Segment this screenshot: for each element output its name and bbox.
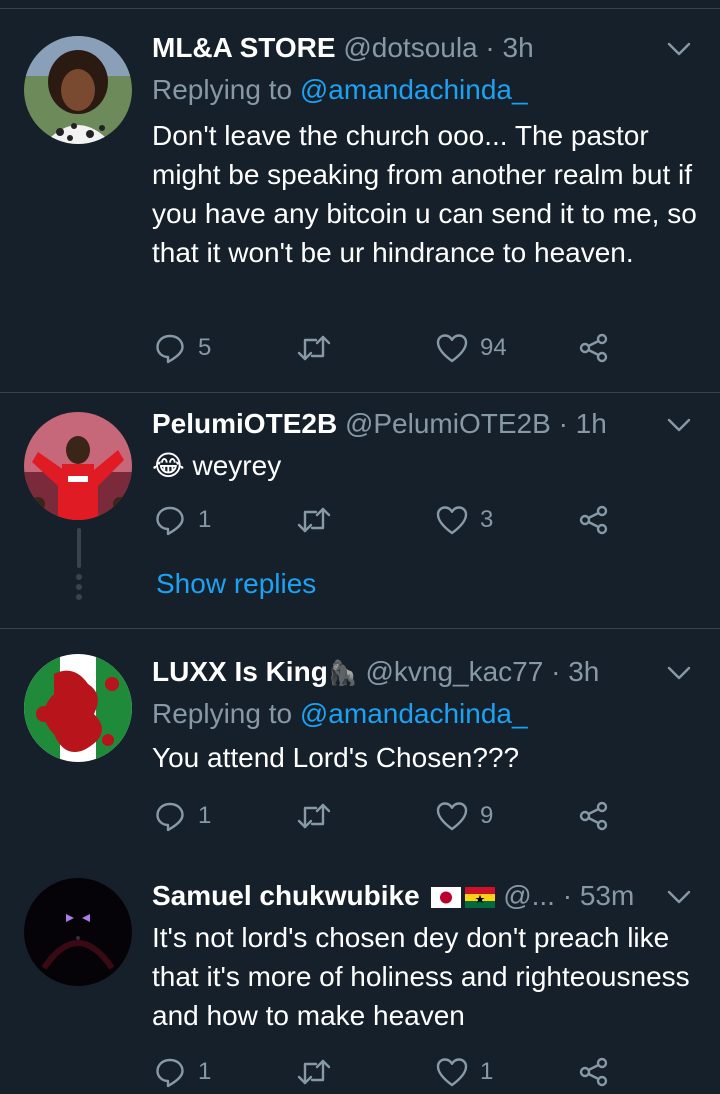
reply-count: 5 [198, 334, 212, 361]
heart-icon [436, 334, 468, 363]
share-button[interactable] [578, 498, 610, 542]
handle[interactable]: @PelumiOTE2B [345, 408, 551, 439]
share-icon [579, 1057, 608, 1087]
retweet-button[interactable] [296, 794, 332, 838]
display-name[interactable]: PelumiOTE2B [152, 408, 337, 439]
thread-dots [75, 574, 83, 604]
share-icon [579, 333, 608, 363]
chevron-down-icon[interactable] [666, 36, 692, 62]
like-button[interactable]: 3 [436, 498, 493, 542]
avatar[interactable] [24, 36, 132, 144]
tweet-actions: 5 94 [152, 326, 632, 370]
japan-flag-icon [431, 879, 462, 908]
chevron-down-icon[interactable] [666, 412, 692, 438]
handle[interactable]: @kvng_kac77 [365, 656, 543, 687]
display-name[interactable]: Samuel chukwubike [152, 880, 420, 911]
reply-count: 1 [198, 1058, 212, 1085]
retweet-icon [297, 803, 331, 829]
replying-to-label: Replying to [152, 74, 293, 105]
heart-icon [436, 1058, 468, 1087]
avatar[interactable] [24, 412, 132, 520]
tweet-text-body: weyrey [192, 450, 282, 481]
reply-icon [156, 1058, 184, 1088]
timestamp[interactable]: · 53m [563, 880, 635, 911]
chevron-down-icon[interactable] [666, 884, 692, 910]
replying-to-link[interactable]: @amandachinda_ [300, 698, 528, 729]
share-icon [579, 801, 608, 831]
tweet-header: PelumiOTE2B @PelumiOTE2B · 1h [152, 404, 607, 444]
retweet-icon [297, 507, 331, 533]
laughing-emoji: 😂 [152, 450, 185, 481]
like-count: 1 [480, 1058, 494, 1085]
tweet-actions: 1 3 [152, 498, 632, 542]
tweet-divider [0, 392, 720, 393]
handle[interactable]: @dotsoula [343, 32, 477, 63]
reply-icon [156, 334, 184, 364]
top-divider [0, 8, 720, 9]
retweet-icon [297, 335, 331, 361]
ghana-flag-icon [465, 879, 496, 908]
tweet-actions: 1 1 [152, 1050, 632, 1094]
show-replies-link[interactable]: Show replies [156, 564, 316, 604]
retweet-button[interactable] [296, 1050, 332, 1094]
avatar[interactable] [24, 654, 132, 762]
reply-button[interactable]: 1 [154, 794, 211, 838]
like-count: 9 [480, 802, 494, 829]
share-button[interactable] [578, 1050, 610, 1094]
reply-button[interactable]: 1 [154, 498, 211, 542]
tweet-header: Samuel chukwubike @... · 53m [152, 876, 634, 916]
replying-to-link[interactable]: @amandachinda_ [300, 74, 528, 105]
timestamp[interactable]: · 1h [559, 408, 607, 439]
share-button[interactable] [578, 794, 610, 838]
display-name[interactable]: LUXX Is King [152, 656, 328, 687]
reply-button[interactable]: 5 [154, 326, 211, 370]
retweet-button[interactable] [296, 326, 332, 370]
like-button[interactable]: 1 [436, 1050, 493, 1094]
share-icon [579, 505, 608, 535]
reply-button[interactable]: 1 [154, 1050, 211, 1094]
tweet-header: LUXX Is King🦍 @kvng_kac77 · 3h [152, 652, 599, 692]
like-count: 94 [480, 334, 507, 361]
like-button[interactable]: 94 [436, 326, 507, 370]
thread-line [77, 528, 81, 568]
heart-icon [436, 506, 468, 535]
timestamp[interactable]: · 3h [551, 656, 599, 687]
tweet-text: Don't leave the church ooo... The pastor… [152, 120, 697, 268]
chevron-down-icon[interactable] [666, 660, 692, 686]
tweet-text: It's not lord's chosen dey don't preach … [152, 922, 690, 1031]
replying-to-label: Replying to [152, 698, 293, 729]
reply-count: 1 [198, 802, 212, 829]
tweet-actions: 1 9 [152, 794, 632, 838]
retweet-icon [297, 1059, 331, 1085]
heart-icon [436, 802, 468, 831]
reply-icon [156, 506, 184, 536]
display-name[interactable]: ML&A STORE [152, 32, 336, 63]
like-button[interactable]: 9 [436, 794, 493, 838]
avatar[interactable] [24, 878, 132, 986]
like-count: 3 [480, 506, 494, 533]
replying-to: Replying to @amandachinda_ [152, 70, 528, 110]
replying-to: Replying to @amandachinda_ [152, 694, 528, 734]
retweet-button[interactable] [296, 498, 332, 542]
reply-icon [156, 802, 184, 832]
gorilla-emoji: 🦍 [327, 660, 358, 687]
tweet-divider [0, 628, 720, 629]
tweet-text: 😂 weyrey [152, 446, 700, 485]
timestamp[interactable]: · 3h [485, 32, 533, 63]
tweet-header: ML&A STORE @dotsoula · 3h [152, 28, 534, 68]
reply-count: 1 [198, 506, 212, 533]
share-button[interactable] [578, 326, 610, 370]
handle[interactable]: @... [503, 880, 555, 911]
tweet-text: You attend Lord's Chosen??? [152, 742, 520, 773]
